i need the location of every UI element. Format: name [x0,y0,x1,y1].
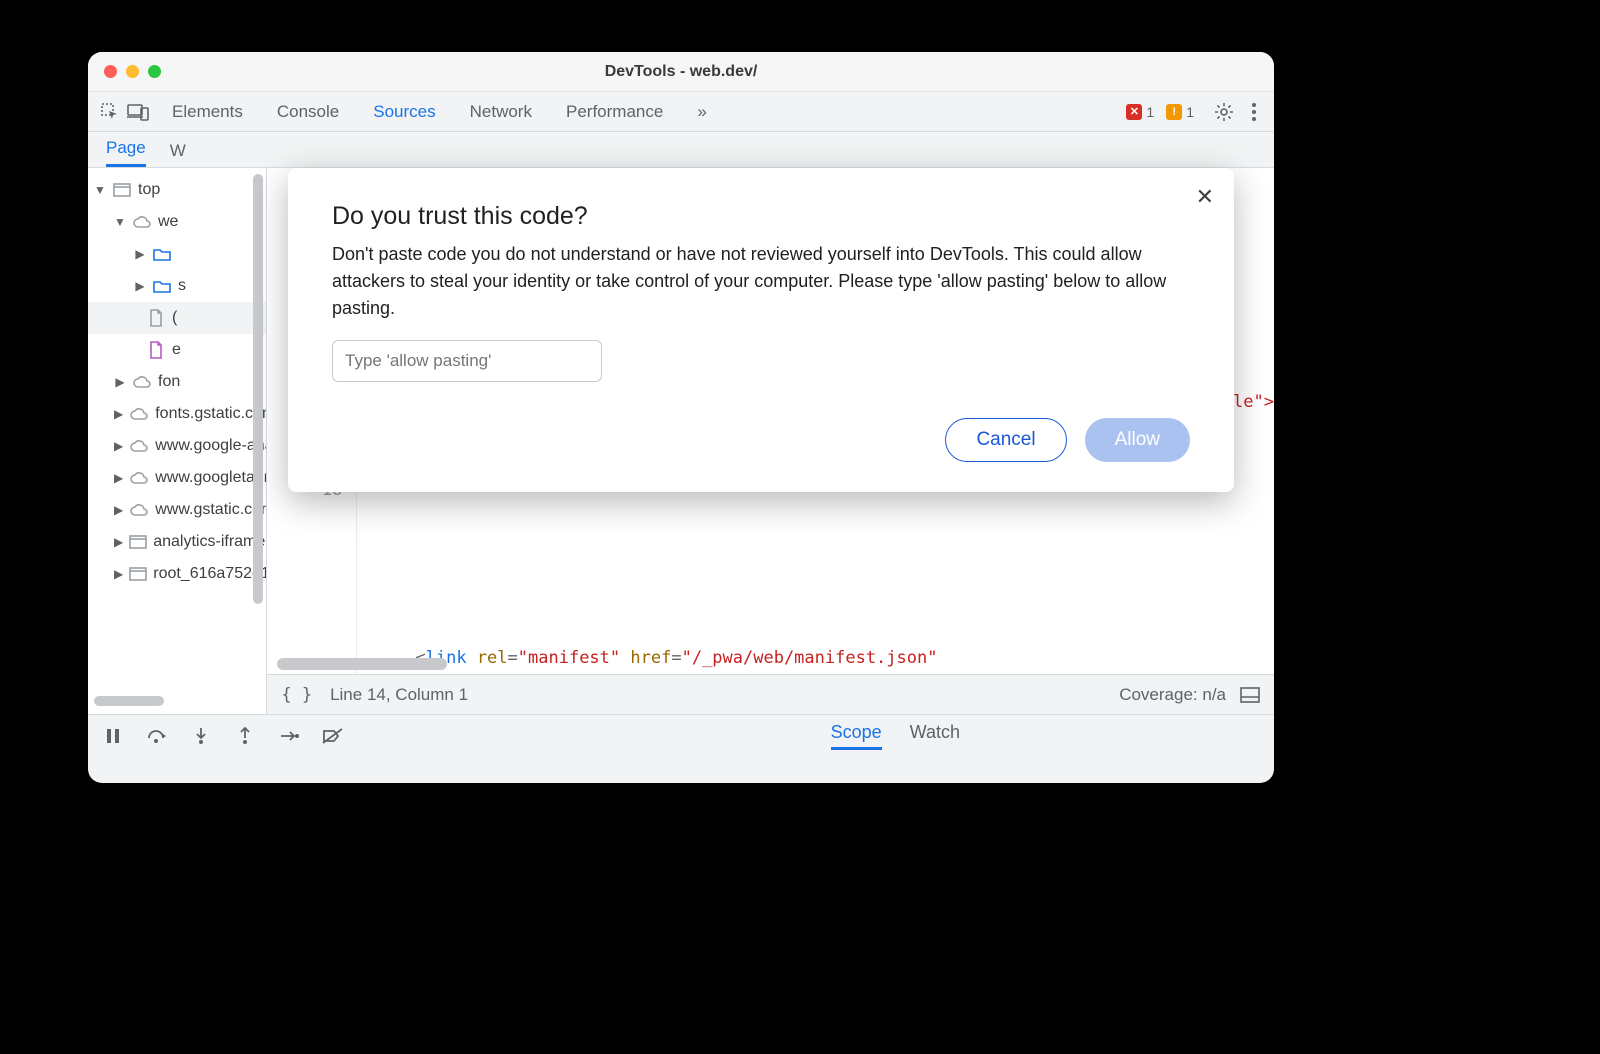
file-icon [146,340,166,360]
panel-tabs: Elements Console Sources Network Perform… [172,102,707,122]
cloud-icon [129,404,149,424]
dialog-body: Don't paste code you do not understand o… [332,241,1190,322]
inspect-element-icon[interactable] [96,98,124,126]
tree-node-domain[interactable]: www.google-analytics [88,430,266,462]
close-icon[interactable]: ✕ [1196,184,1214,210]
tree-node-domain[interactable]: www.gstatic.com [88,494,266,526]
navigator-tab-page[interactable]: Page [106,138,146,167]
debugger-tab-scope[interactable]: Scope [831,722,882,750]
dialog-title: Do you trust this code? [332,202,1190,231]
cloud-icon [129,500,149,520]
step-icon[interactable] [278,725,300,747]
pause-icon[interactable] [102,725,124,747]
tree-node-domain[interactable]: we [88,206,266,238]
tree-node-top[interactable]: top [88,174,266,206]
warning-badge[interactable]: !1 [1166,104,1194,120]
navigator-tab-workspace[interactable]: W [170,141,186,167]
tree-node-domain[interactable]: www.googletagmanag [88,462,266,494]
titlebar: DevTools - web.dev/ [88,52,1274,92]
sidebar-horizontal-scrollbar[interactable] [94,696,164,706]
tree-node-frame[interactable]: root_616a752e1b5d4 [88,558,266,590]
devtools-toolbar: Elements Console Sources Network Perform… [88,92,1274,132]
navigator-sidebar: top we s [88,168,267,714]
editor-statusbar: { } Line 14, Column 1 Coverage: n/a [267,674,1274,714]
frame-icon [129,564,147,584]
coverage-status: Coverage: n/a [1119,685,1226,705]
allow-pasting-input[interactable] [332,340,602,382]
window-title: DevTools - web.dev/ [88,63,1274,81]
step-into-icon[interactable] [190,725,212,747]
cloud-icon [132,212,152,232]
folder-icon [152,276,172,296]
file-icon [146,308,166,328]
navigator-tabs: Page W [88,132,1274,168]
frame-icon [129,532,147,552]
frame-icon [112,180,132,200]
cloud-icon [132,372,152,392]
settings-icon[interactable] [1212,100,1236,124]
debugger-toolbar: Scope Watch [88,714,1274,756]
cursor-position: Line 14, Column 1 [330,685,468,705]
pretty-print-icon[interactable]: { } [281,685,312,705]
tab-network[interactable]: Network [470,102,532,122]
tab-sources[interactable]: Sources [373,102,435,122]
tree-node-domain[interactable]: fonts.gstatic.com [88,398,266,430]
tab-console[interactable]: Console [277,102,339,122]
debugger-tabs: Scope Watch [831,722,960,750]
deactivate-breakpoints-icon[interactable] [322,725,344,747]
tree-node-file[interactable]: e [88,334,266,366]
step-out-icon[interactable] [234,725,256,747]
cloud-icon [129,468,149,488]
tree-node-domain[interactable]: fon [88,366,266,398]
editor-horizontal-scrollbar[interactable] [277,658,447,670]
tree-node-frame[interactable]: analytics-iframe [88,526,266,558]
show-console-icon[interactable] [1240,687,1260,703]
cloud-icon [129,436,149,456]
allow-button[interactable]: Allow [1085,418,1190,462]
devtools-window: DevTools - web.dev/ Elements Console Sou… [88,52,1274,783]
more-options-icon[interactable] [1242,100,1266,124]
tree-node-file[interactable]: ( [88,302,266,334]
debugger-tab-watch[interactable]: Watch [910,722,960,750]
sidebar-vertical-scrollbar[interactable] [253,174,263,604]
tree-node-folder[interactable] [88,238,266,270]
step-over-icon[interactable] [146,725,168,747]
folder-icon [152,244,172,264]
error-badge[interactable]: ✕1 [1126,104,1154,120]
tree-node-folder[interactable]: s [88,270,266,302]
tab-elements[interactable]: Elements [172,102,243,122]
more-tabs-icon[interactable]: » [697,102,706,122]
warning-count: 1 [1186,104,1194,120]
tab-performance[interactable]: Performance [566,102,663,122]
trust-code-dialog: ✕ Do you trust this code? Don't paste co… [288,168,1234,492]
device-toggle-icon[interactable] [124,98,152,126]
error-count: 1 [1146,104,1154,120]
cancel-button[interactable]: Cancel [945,418,1066,462]
